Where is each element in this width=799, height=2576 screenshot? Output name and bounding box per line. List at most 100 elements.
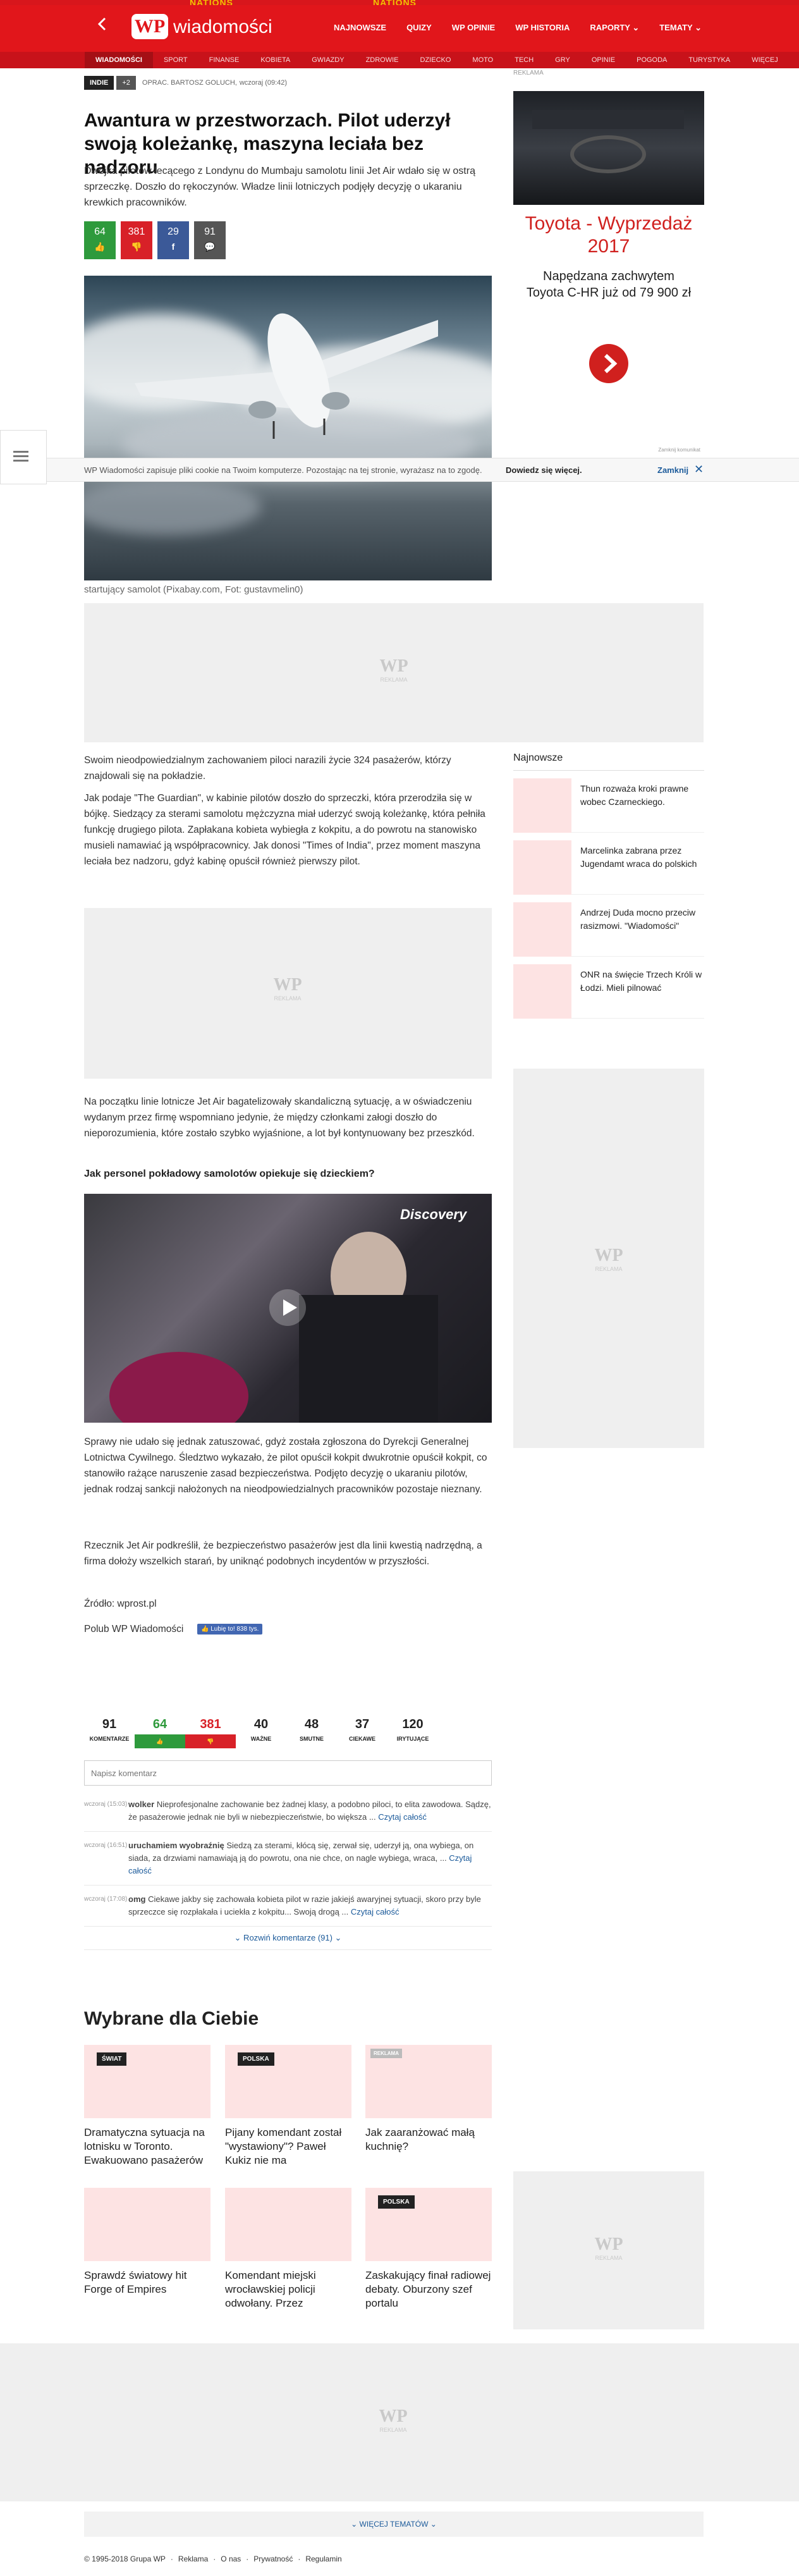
back-arrow-icon[interactable] xyxy=(95,16,110,32)
section-navigation: WIADOMOŚCI SPORT FINANSE KOBIETA GWIAZDY… xyxy=(0,52,799,68)
nav-item-tematy[interactable]: TEMATY ⌄ xyxy=(649,23,712,33)
more-topics-button[interactable]: ⌄ WIĘCEJ TEMATÓW ⌄ xyxy=(84,2512,704,2537)
subnav-item-wiecej[interactable]: WIĘCEJ xyxy=(741,52,789,68)
pick-title[interactable]: Jak zaaranżować małą kuchnię? xyxy=(365,2126,492,2154)
newest-item[interactable]: ONR na święcie Trzech Króli w Łodzi. Mie… xyxy=(513,957,704,1019)
pick-card[interactable]: REKLAMA Jak zaaranżować małą kuchnię? xyxy=(365,2045,492,2154)
ad-close-note[interactable]: Zamknij komunikat xyxy=(658,447,700,453)
inline-ad[interactable]: WP REKLAMA xyxy=(84,908,492,1079)
thumbs-down-icon: 👎 xyxy=(185,1734,236,1748)
pick-title[interactable]: Komendant miejski wrocławskiej policji o… xyxy=(225,2269,351,2310)
subnav-item-turystyka[interactable]: TURYSTYKA xyxy=(678,52,741,68)
article-source: Źródło: wprost.pl xyxy=(84,1598,157,1609)
subnav-item-finanse[interactable]: FINANSE xyxy=(198,52,250,68)
nav-item-najnowsze[interactable]: NAJNOWSZE xyxy=(324,23,396,33)
reaction-comments[interactable]: 91 KOMENTARZE xyxy=(84,1712,135,1751)
pick-title[interactable]: Pijany komendant został "wystawiony"? Pa… xyxy=(225,2126,351,2168)
newest-thumb xyxy=(513,840,571,895)
newest-item-title[interactable]: Andrzej Duda mocno przeciw rasizmowi. "W… xyxy=(580,906,704,933)
subnav-item-dziecko[interactable]: DZIECKO xyxy=(410,52,462,68)
video-player[interactable]: Discovery xyxy=(84,1194,492,1423)
subnav-item-tech[interactable]: TECH xyxy=(504,52,544,68)
toyota-ad[interactable]: Toyota - Wyprzedaż 2017 Napędzana zachwy… xyxy=(513,91,704,458)
site-brand[interactable]: wiadomości xyxy=(173,16,272,38)
subnav-item-pogoda[interactable]: POGODA xyxy=(626,52,678,68)
facebook-share-count: 29 xyxy=(168,226,179,237)
pick-title[interactable]: Zaskakujący finał radiowej debaty. Oburz… xyxy=(365,2269,492,2310)
nav-item-raporty[interactable]: RAPORTY ⌄ xyxy=(580,23,649,33)
subnav-item-wiadomosci[interactable]: WIADOMOŚCI xyxy=(85,52,153,68)
footer: © 1995-2018 Grupa WP · Reklama · O nas · Pr… xyxy=(84,2555,342,2563)
nav-item-wp-historia[interactable]: WP HISTORIA xyxy=(505,23,580,33)
reaction-irytujace[interactable]: 120 IRYTUJĄCE xyxy=(387,1712,438,1751)
pick-card[interactable]: Sprawdź światowy hit Forge of Empires xyxy=(84,2188,210,2297)
newest-item[interactable]: Thun rozważa kroki prawne wobec Czarneck… xyxy=(513,771,704,833)
comments-button[interactable]: 91 💬 xyxy=(194,221,226,259)
facebook-share-button[interactable]: 29 f xyxy=(157,221,189,259)
subnav-item-zdrowie[interactable]: ZDROWIE xyxy=(355,52,410,68)
reaction-smutne[interactable]: 48 SMUTNE xyxy=(286,1712,337,1751)
more-tags-button[interactable]: +2 xyxy=(116,76,136,90)
comment-author[interactable]: uruchamiem wyobraźnię xyxy=(128,1841,224,1850)
wp-watermark: WP REKLAMA xyxy=(594,1246,623,1272)
facebook-like-button[interactable]: 👍 Lubię to! 838 tys. xyxy=(197,1624,263,1635)
nav-item-quizy[interactable]: QUIZY xyxy=(396,23,442,33)
footer-link-reklama[interactable]: Reklama xyxy=(178,2555,208,2563)
thumbs-up-button[interactable]: 64 👍 xyxy=(84,221,116,259)
subnav-item-sport[interactable]: SPORT xyxy=(153,52,198,68)
pick-title[interactable]: Sprawdź światowy hit Forge of Empires xyxy=(84,2269,210,2297)
newest-item-title[interactable]: Marcelinka zabrana przez Jugendamt wraca… xyxy=(580,844,704,871)
ad-banner[interactable]: WP REKLAMA xyxy=(84,603,704,742)
subnav-item-kobieta[interactable]: KOBIETA xyxy=(250,52,301,68)
sidebar-ad[interactable]: WP REKLAMA xyxy=(513,2171,704,2329)
pick-card[interactable]: POLSKA Zaskakujący finał radiowej debaty.… xyxy=(365,2188,492,2310)
pick-image xyxy=(225,2188,351,2261)
read-more-link[interactable]: Czytaj całość xyxy=(351,1907,400,1917)
comment-author[interactable]: omg xyxy=(128,1894,145,1904)
pick-card[interactable]: POLSKA Pijany komendant został "wystawion… xyxy=(225,2045,351,2168)
wp-logo[interactable]: WP xyxy=(131,14,168,39)
pick-title[interactable]: Dramatyczna sytuacja na lotnisku w Toron… xyxy=(84,2126,210,2168)
comment-input[interactable] xyxy=(84,1760,492,1786)
reaction-thumbs-down[interactable]: 381 👎 xyxy=(185,1712,236,1751)
article-meta: INDIE +2 OPRAC. BARTOSZ GOLUCH, wczoraj (… xyxy=(84,76,287,90)
cookie-more-link[interactable]: Dowiedz się więcej. xyxy=(506,465,582,475)
reaction-thumbs-up[interactable]: 64 👍 xyxy=(135,1712,185,1751)
close-icon[interactable]: ✕ xyxy=(694,463,704,476)
discovery-logo: Discovery xyxy=(400,1206,467,1222)
subnav-item-gwiazdy[interactable]: GWIAZDY xyxy=(301,52,355,68)
sidebar-ad[interactable]: WP REKLAMA xyxy=(513,1069,704,1448)
newest-item-title[interactable]: ONR na święcie Trzech Króli w Łodzi. Mie… xyxy=(580,968,704,995)
reaction-ciekawe[interactable]: 37 CIEKAWE xyxy=(337,1712,387,1751)
side-menu-tab[interactable] xyxy=(0,430,47,484)
subnav-item-opinie[interactable]: OPINIE xyxy=(581,52,626,68)
thumbs-down-icon: 👎 xyxy=(131,242,142,252)
footer-link-o-nas[interactable]: O nas xyxy=(221,2555,241,2563)
subnav-item-gry[interactable]: GRY xyxy=(544,52,581,68)
ad-label: REKLAMA xyxy=(513,70,544,77)
article-tag[interactable]: INDIE xyxy=(84,76,114,90)
newest-item[interactable]: Andrzej Duda mocno przeciw rasizmowi. "W… xyxy=(513,895,704,957)
newest-item[interactable]: Marcelinka zabrana przez Jugendamt wraca… xyxy=(513,833,704,895)
pick-card[interactable]: Komendant miejski wrocławskiej policji o… xyxy=(225,2188,351,2310)
reaction-wazne[interactable]: 40 WAŻNE xyxy=(236,1712,286,1751)
thumbs-down-button[interactable]: 381 👎 xyxy=(121,221,152,259)
expand-comments-button[interactable]: ⌄ Rozwiń komentarze (91) ⌄ xyxy=(84,1927,492,1950)
promo-strip[interactable]: NATIONS NATIONS xyxy=(0,0,799,8)
subnav-item-moto[interactable]: MOTO xyxy=(461,52,504,68)
nav-item-wp-opinie[interactable]: WP OPINIE xyxy=(442,23,505,33)
pick-image: ŚWIAT xyxy=(84,2045,210,2118)
play-icon[interactable] xyxy=(269,1289,307,1327)
top-navigation: NAJNOWSZE QUIZY WP OPINIE WP HISTORIA RA… xyxy=(324,23,712,33)
read-more-link[interactable]: Czytaj całość xyxy=(378,1812,427,1822)
comment-list: wczoraj (15:03) wolker Nieprofesjonalne z… xyxy=(84,1791,492,1927)
pick-card[interactable]: ŚWIAT Dramatyczna sytuacja na lotnisku w … xyxy=(84,2045,210,2168)
thumbs-up-icon: 👍 xyxy=(135,1734,185,1748)
bottom-ad[interactable]: WP REKLAMA xyxy=(0,2343,799,2501)
cookie-close-button[interactable]: Zamknij xyxy=(657,465,688,475)
newest-item-title[interactable]: Thun rozważa kroki prawne wobec Czarneck… xyxy=(580,782,704,809)
footer-link-prywatnosc[interactable]: Prywatność xyxy=(253,2555,293,2563)
comment-author[interactable]: wolker xyxy=(128,1800,154,1809)
footer-link-regulamin[interactable]: Regulamin xyxy=(305,2555,341,2563)
ad-next-button[interactable] xyxy=(589,344,628,383)
